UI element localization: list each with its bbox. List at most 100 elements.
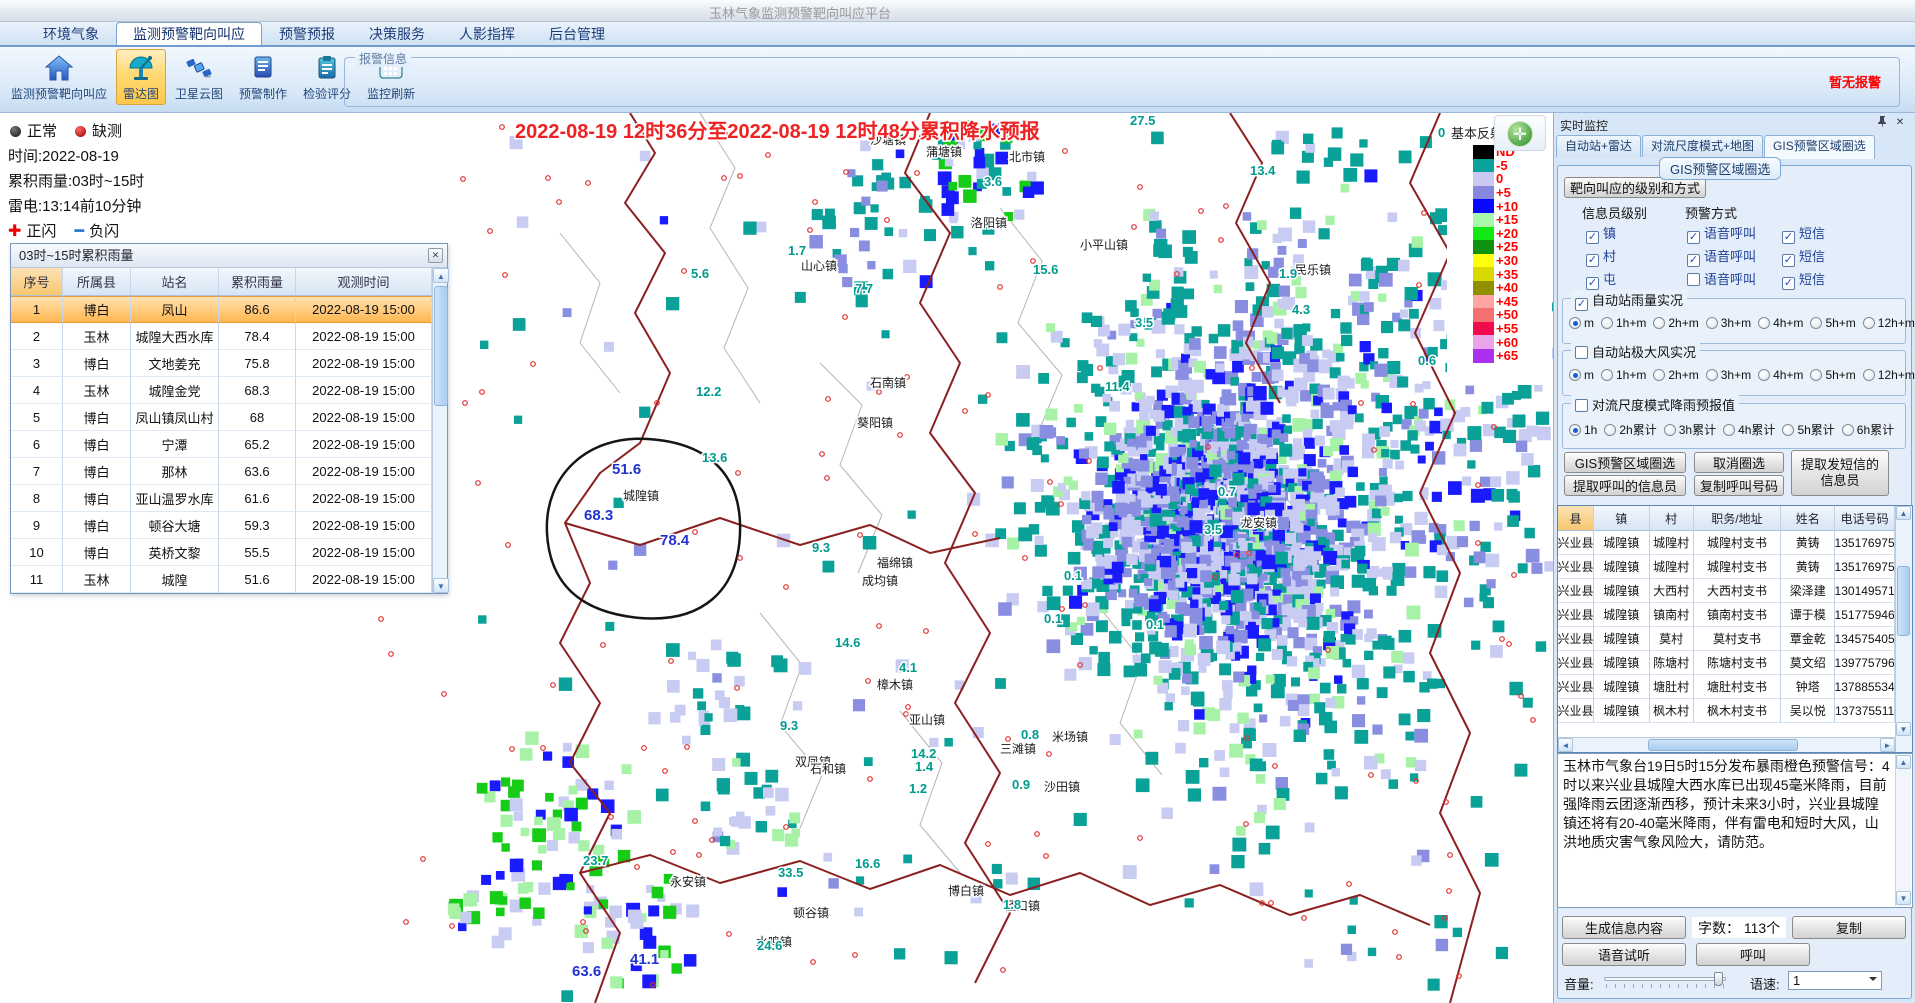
radio-option[interactable]: 3h+m [1706, 368, 1751, 382]
extract-call-button[interactable]: 提取呼叫的信息员 [1564, 475, 1686, 496]
level-checkbox[interactable]: ✓ [1586, 231, 1599, 244]
radio-option[interactable]: 1h [1569, 423, 1597, 437]
radio-icon[interactable] [1706, 369, 1718, 381]
scroll-down-icon[interactable]: ▼ [1896, 891, 1911, 905]
voice-checkbox[interactable] [1687, 273, 1700, 286]
radio-icon[interactable] [1653, 317, 1665, 329]
radio-icon[interactable] [1782, 424, 1794, 436]
close-panel-icon[interactable]: ✕ [1893, 116, 1907, 130]
radio-option[interactable]: m [1569, 316, 1594, 330]
table-row[interactable]: 兴业县城隍镇城隍村城隍村支书黄铸135176975 [1558, 555, 1895, 579]
table-row[interactable]: 兴业县城隍镇镇南村镇南村支书谭于模151775946 [1558, 603, 1895, 627]
radio-icon[interactable] [1653, 369, 1665, 381]
radio-icon[interactable] [1664, 424, 1676, 436]
radio-option[interactable]: 5h+m [1810, 368, 1855, 382]
menu-tab-2[interactable]: 预警预报 [262, 22, 352, 45]
table-row[interactable]: 兴业县城隍镇枫木村枫木村支书吴以悦137375511 [1558, 699, 1895, 723]
close-icon[interactable]: ✕ [428, 248, 443, 263]
section-checkbox[interactable]: ✓ [1575, 298, 1588, 311]
menu-tab-0[interactable]: 环境气象 [26, 22, 116, 45]
map-zoom-button[interactable]: ✛ [1507, 121, 1533, 147]
contacts-vscrollbar[interactable]: ▲ ▼ [1895, 506, 1912, 752]
radio-icon[interactable] [1842, 424, 1854, 436]
copy-button[interactable]: 复制 [1792, 916, 1906, 939]
gis-selection-circle[interactable] [547, 439, 740, 619]
table-row[interactable]: 7博白那林63.62022-08-19 15:00 [11, 458, 432, 485]
scroll-up-icon[interactable]: ▲ [1896, 506, 1911, 520]
voice-checkbox[interactable]: ✓ [1687, 231, 1700, 244]
radio-option[interactable]: 4h+m [1758, 316, 1803, 330]
slider-thumb[interactable] [1714, 972, 1723, 986]
table-row[interactable]: 兴业县城隍镇莫村莫村支书覃金乾134575405 [1558, 627, 1895, 651]
radio-option[interactable]: m [1569, 368, 1594, 382]
section-checkbox[interactable] [1575, 346, 1588, 359]
table-row[interactable]: 11玉林城隍51.62022-08-19 15:00 [11, 566, 432, 593]
radio-option[interactable]: 6h累计 [1842, 421, 1894, 438]
menu-tab-3[interactable]: 决策服务 [352, 22, 442, 45]
cancel-select-button[interactable]: 取消圈选 [1694, 452, 1784, 473]
radio-icon[interactable] [1569, 424, 1581, 436]
table-row[interactable]: 兴业县城隍镇陈塘村陈塘村支书莫文绍139775796 [1558, 651, 1895, 675]
rain-table-scrollbar[interactable]: ▲ ▼ [432, 268, 447, 593]
radio-icon[interactable] [1810, 369, 1822, 381]
radio-icon[interactable] [1601, 369, 1613, 381]
section-checkbox[interactable] [1575, 399, 1588, 412]
target-level-button[interactable]: 靶向叫应的级别和方式 [1564, 177, 1706, 198]
call-button[interactable]: 呼叫 [1696, 943, 1810, 966]
sms-checkbox[interactable]: ✓ [1782, 277, 1795, 290]
scroll-down-icon[interactable]: ▼ [1896, 722, 1911, 736]
copy-number-button[interactable]: 复制呼叫号码 [1694, 475, 1784, 496]
message-scrollbar[interactable]: ▲ ▼ [1895, 754, 1911, 906]
radio-option[interactable]: 2h+m [1653, 316, 1698, 330]
radio-option[interactable]: 2h+m [1653, 368, 1698, 382]
table-row[interactable]: 4玉林城隍金党68.32022-08-19 15:00 [11, 377, 432, 404]
radio-icon[interactable] [1758, 317, 1770, 329]
level-checkbox[interactable]: ✓ [1586, 277, 1599, 290]
radio-option[interactable]: 3h+m [1706, 316, 1751, 330]
menu-tab-1[interactable]: 监测预警靶向叫应 [116, 22, 262, 45]
radio-option[interactable]: 5h+m [1810, 316, 1855, 330]
gis-select-button[interactable]: GIS预警区域圈选 [1564, 452, 1686, 473]
voice-preview-button[interactable]: 语音试听 [1562, 943, 1686, 966]
table-row[interactable]: 10博白英桥文黎55.52022-08-19 15:00 [11, 539, 432, 566]
radio-icon[interactable] [1810, 317, 1822, 329]
scrollbar-thumb[interactable] [1897, 566, 1910, 636]
slider-track[interactable] [1604, 977, 1726, 981]
scroll-left-icon[interactable]: ◄ [1558, 738, 1573, 752]
panel-tab-1[interactable]: 对流尺度模式+地图 [1642, 135, 1763, 157]
scrollbar-thumb[interactable] [434, 286, 448, 406]
panel-tab-2[interactable]: GIS预警区域圈选 [1764, 135, 1875, 159]
toolbar-button-3[interactable]: 预警制作 [232, 49, 294, 105]
radio-icon[interactable] [1758, 369, 1770, 381]
radio-option[interactable]: 4h累计 [1723, 421, 1775, 438]
scroll-down-icon[interactable]: ▼ [433, 578, 449, 593]
radio-icon[interactable] [1863, 317, 1875, 329]
scroll-up-icon[interactable]: ▲ [1896, 755, 1911, 769]
table-row[interactable]: 兴业县城隍镇大西村大西村支书梁泽建130149571 [1558, 579, 1895, 603]
contacts-hscrollbar[interactable]: ◄ ► [1558, 737, 1895, 752]
warning-message-textarea[interactable]: 玉林市气象台19日5时15分发布暴雨橙色预警信号：4时以来兴业县城隍大西水库已出… [1557, 753, 1913, 908]
sms-checkbox[interactable]: ✓ [1782, 254, 1795, 267]
menu-tab-4[interactable]: 人影指挥 [442, 22, 532, 45]
voice-checkbox[interactable]: ✓ [1687, 254, 1700, 267]
table-row[interactable]: 9博白顿谷大塘59.32022-08-19 15:00 [11, 512, 432, 539]
extract-sms-button[interactable]: 提取发短信的信息员 [1791, 450, 1889, 496]
table-row[interactable]: 5博白凤山镇凤山村682022-08-19 15:00 [11, 404, 432, 431]
radio-option[interactable]: 3h累计 [1664, 421, 1716, 438]
pin-icon[interactable] [1875, 116, 1889, 130]
sms-checkbox[interactable]: ✓ [1782, 231, 1795, 244]
volume-slider[interactable] [1604, 972, 1726, 990]
radio-option[interactable]: 4h+m [1758, 368, 1803, 382]
toolbar-button-1[interactable]: 雷达图 [116, 49, 166, 105]
radio-icon[interactable] [1604, 424, 1616, 436]
table-row[interactable]: 3博白文地姜充75.82022-08-19 15:00 [11, 350, 432, 377]
radar-map[interactable]: 沙塘镇蒲塘镇北市镇洛阳镇小平山镇山心镇民乐镇石南镇葵阳镇城隍镇龙安镇福绵镇成均镇… [0, 113, 1553, 1003]
table-row[interactable]: 兴业县城隍镇塘肚村塘肚村支书钟塔137885534 [1558, 675, 1895, 699]
table-row[interactable]: 兴业县城隍镇城隍村城隍村支书黄铸135176975 [1558, 531, 1895, 555]
radio-option[interactable]: 12h+m [1863, 316, 1915, 330]
scrollbar-thumb[interactable] [1648, 739, 1798, 751]
generate-message-button[interactable]: 生成信息内容 [1562, 916, 1686, 939]
menu-tab-5[interactable]: 后台管理 [532, 22, 622, 45]
radio-icon[interactable] [1706, 317, 1718, 329]
panel-tab-0[interactable]: 自动站+雷达 [1556, 135, 1641, 157]
